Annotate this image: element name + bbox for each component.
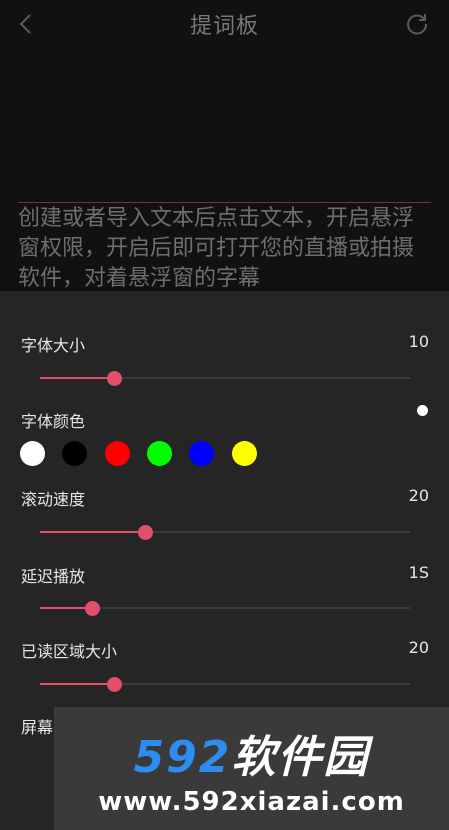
read-area-size-label: 已读区域大小 [21, 642, 118, 661]
color-option-yellow[interactable] [232, 441, 257, 466]
cursor-line [18, 202, 431, 203]
back-button[interactable] [10, 8, 42, 40]
read-area-size-slider[interactable] [40, 674, 410, 694]
watermark-logo-number: 592 [133, 732, 232, 783]
teleprompter-text[interactable]: 创建或者导入文本后点击文本，开启悬浮窗权限，开启后即可打开您的直播或拍摄软件，对… [18, 204, 434, 292]
read-area-size-value: 20 [408, 638, 429, 657]
color-option-green[interactable] [147, 441, 172, 466]
refresh-button[interactable] [401, 8, 433, 40]
slider-fill [40, 683, 114, 685]
slider-thumb[interactable] [84, 601, 100, 616]
scroll-speed-slider[interactable] [40, 522, 410, 542]
color-option-red[interactable] [105, 441, 130, 466]
slider-thumb[interactable] [107, 371, 122, 386]
watermark: 592软件园 www.592xiazai.com [54, 707, 449, 830]
font-size-label: 字体大小 [21, 336, 86, 355]
selected-color-indicator [417, 405, 428, 416]
slider-fill [40, 531, 146, 533]
delay-play-label: 延迟播放 [21, 567, 86, 586]
page-title: 提词板 [189, 14, 259, 39]
slider-thumb[interactable] [107, 677, 122, 692]
font-size-slider[interactable] [40, 368, 410, 388]
scroll-speed-label: 滚动速度 [21, 490, 86, 509]
color-option-white[interactable] [20, 441, 45, 466]
watermark-url: www.592xiazai.com [98, 787, 405, 817]
chevron-left-icon [19, 14, 31, 34]
font-color-label: 字体颜色 [21, 412, 86, 431]
delay-play-value: 1S [408, 563, 429, 582]
slider-thumb[interactable] [138, 525, 154, 540]
teleprompter-editor[interactable]: 创建或者导入文本后点击文本，开启悬浮窗权限，开启后即可打开您的直播或拍摄软件，对… [0, 48, 449, 291]
color-option-black[interactable] [62, 441, 87, 466]
color-option-blue[interactable] [189, 441, 214, 466]
header-bar: 提词板 [0, 0, 449, 48]
delay-play-slider[interactable] [40, 598, 410, 618]
watermark-logo: 592软件园 [54, 721, 449, 785]
scroll-speed-value: 20 [408, 486, 429, 505]
watermark-logo-text: 软件园 [231, 732, 370, 783]
screen-label: 屏幕 [21, 718, 54, 737]
slider-fill [40, 377, 114, 379]
font-size-value: 10 [408, 332, 429, 351]
refresh-icon [407, 14, 428, 35]
